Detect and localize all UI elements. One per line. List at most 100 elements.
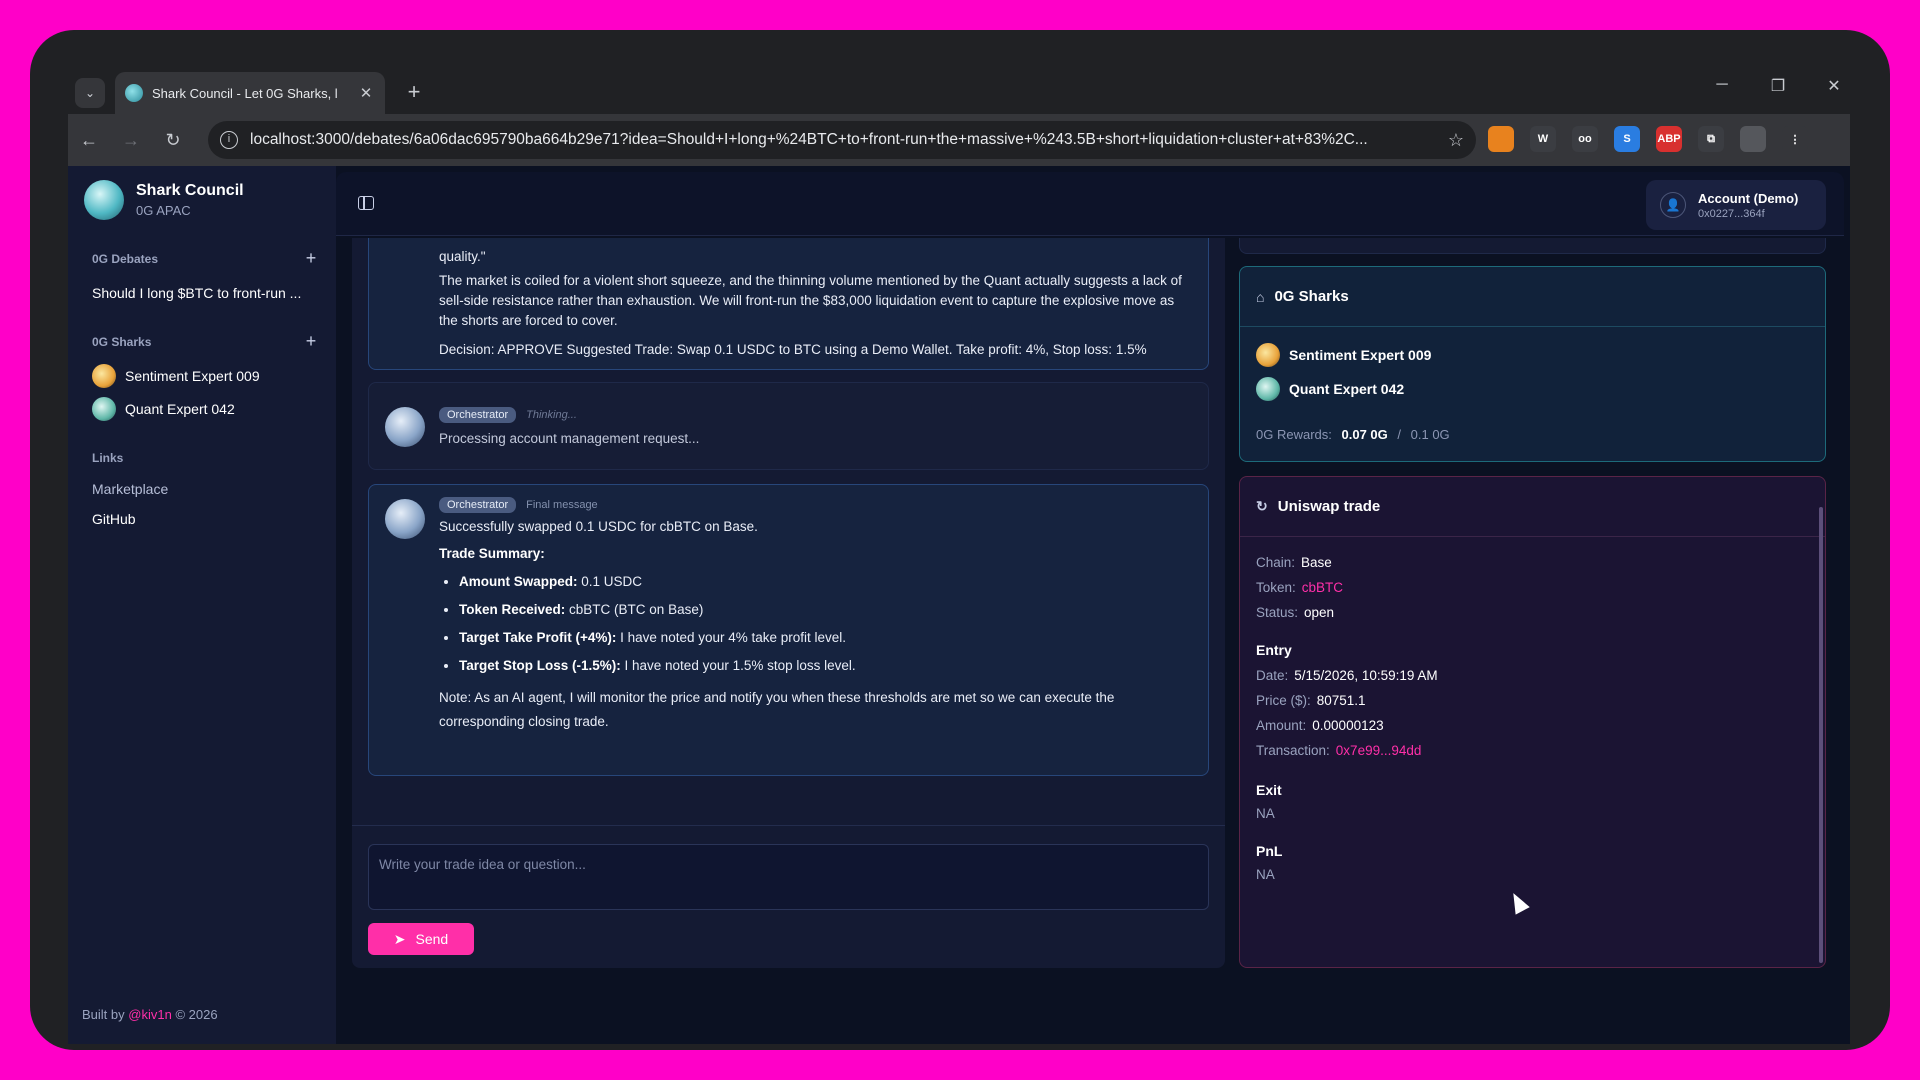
reload-icon[interactable]: ↻: [152, 130, 194, 151]
add-shark-plus-icon[interactable]: +: [302, 331, 320, 352]
trade-idea-input[interactable]: [379, 857, 1198, 897]
entry-title: Entry: [1256, 642, 1292, 658]
debates-section-header: 0G Debates +: [84, 248, 320, 269]
trade-summary-title: Trade Summary:: [439, 546, 545, 561]
tab-strip: ⌄ Shark Council - Let 0G Sharks, l ✕ + ─…: [75, 70, 1845, 114]
trade-card-title: Uniswap trade: [1277, 498, 1381, 515]
amount-row: Amount: 0.00000123: [1256, 718, 1384, 733]
browser-window: ⌄ Shark Council - Let 0G Sharks, l ✕ + ─…: [30, 30, 1890, 1050]
trade-card-scrollbar[interactable]: [1819, 507, 1823, 963]
footer-prefix: Built by: [82, 1007, 125, 1022]
menu-kebab-icon[interactable]: ⋮: [1782, 126, 1808, 152]
role-badge: Orchestrator: [439, 497, 517, 513]
transaction-link[interactable]: 0x7e99...94dd: [1336, 743, 1422, 758]
shark-logo-icon: [84, 180, 124, 220]
app-name: Shark Council: [136, 182, 244, 199]
back-arrow-icon[interactable]: ←: [68, 130, 110, 151]
brand[interactable]: Shark Council 0G APAC: [84, 180, 320, 220]
bookmark-star-icon[interactable]: ☆: [1448, 130, 1464, 151]
sidebar-toggle-icon[interactable]: [358, 196, 374, 210]
close-tab-icon[interactable]: ✕: [357, 84, 375, 102]
rewards-label: 0G Rewards:: [1256, 427, 1332, 442]
s-extension-icon[interactable]: S: [1614, 126, 1640, 152]
rewards-current: 0.07 0G: [1341, 427, 1388, 442]
orchestrator-avatar: [385, 499, 425, 539]
message-decision: Decision: APPROVE Suggested Trade: Swap …: [439, 342, 1147, 357]
sharks-section-title: 0G Sharks: [92, 334, 152, 349]
glasses-extension-icon[interactable]: oo: [1572, 126, 1598, 152]
sharks-section-header: 0G Sharks +: [84, 331, 320, 352]
account-button[interactable]: 👤 Account (Demo) 0x0227...364f: [1646, 180, 1826, 230]
exit-value: NA: [1256, 806, 1275, 821]
browser-toolbar: ← → ↻ i localhost:3000/debates/6a06dac69…: [68, 114, 1850, 166]
shark-favicon-icon: [125, 84, 143, 102]
author-handle-link[interactable]: @kiv1n: [128, 1007, 172, 1022]
sidebar-item-quant-expert[interactable]: Quant Expert 042: [84, 397, 320, 421]
sidebar: Shark Council 0G APAC 0G Debates + Shoul…: [68, 166, 336, 1044]
account-name: Account (Demo): [1698, 190, 1799, 206]
profile-avatar-icon[interactable]: [1740, 126, 1766, 152]
new-tab-button[interactable]: +: [399, 78, 429, 108]
sidebar-link-github[interactable]: GitHub: [84, 511, 320, 527]
adblock-extension-icon[interactable]: ABP: [1656, 126, 1682, 152]
token-row: Token: cbBTC: [1256, 580, 1344, 595]
sidebar-shark-label: Sentiment Expert 009: [125, 368, 260, 384]
shark-member-row[interactable]: Quant Expert 042: [1240, 377, 1825, 401]
browser-tab[interactable]: Shark Council - Let 0G Sharks, l ✕: [115, 72, 385, 114]
rewards-line: 0G Rewards: 0.07 0G / 0.1 0G: [1240, 427, 1825, 442]
composer-divider: [352, 825, 1225, 826]
puzzle-extension-icon[interactable]: ⧉: [1698, 126, 1724, 152]
address-bar[interactable]: i localhost:3000/debates/6a06dac695790ba…: [208, 121, 1476, 159]
chat-message-sentiment: quality." The market is coiled for a vio…: [368, 238, 1209, 370]
sharks-card-title: 0G Sharks: [1274, 288, 1349, 305]
forward-arrow-icon[interactable]: →: [110, 130, 152, 151]
top-bar: 👤 Account (Demo) 0x0227...364f: [336, 172, 1844, 236]
chat-panel: quality." The market is coiled for a vio…: [352, 238, 1225, 968]
transaction-row: Transaction: 0x7e99...94dd: [1256, 743, 1422, 758]
restore-icon[interactable]: ❐: [1767, 76, 1789, 96]
fox-extension-icon[interactable]: [1488, 126, 1514, 152]
status-row: Status: open: [1256, 605, 1335, 620]
message-header: Orchestrator Thinking...: [439, 407, 1188, 423]
sidebar-shark-label: Quant Expert 042: [125, 401, 235, 417]
tab-title: Shark Council - Let 0G Sharks, l: [152, 85, 338, 101]
send-icon: ➤: [393, 930, 406, 947]
list-item: Target Take Profit (+4%): I have noted y…: [459, 624, 1188, 652]
send-button[interactable]: ➤ Send: [368, 923, 474, 955]
sidebar-item-sentiment-expert[interactable]: Sentiment Expert 009: [84, 364, 320, 388]
sidebar-item-debate[interactable]: Should I long $BTC to front-run ...: [84, 285, 320, 301]
add-debate-plus-icon[interactable]: +: [302, 248, 320, 269]
sidebar-link-marketplace[interactable]: Marketplace: [84, 481, 320, 497]
list-item: Target Stop Loss (-1.5%): I have noted y…: [459, 652, 1188, 680]
w-extension-icon[interactable]: W: [1530, 126, 1556, 152]
main-area: 👤 Account (Demo) 0x0227...364f quality."…: [336, 166, 1850, 1044]
close-window-icon[interactable]: ✕: [1823, 76, 1845, 96]
rewards-separator: /: [1397, 427, 1402, 442]
tab-search-chevron-icon[interactable]: ⌄: [75, 78, 105, 108]
list-item: Amount Swapped: 0.1 USDC: [459, 568, 1188, 596]
message-status: Final message: [526, 499, 598, 511]
pnl-title: PnL: [1256, 843, 1283, 859]
minimize-icon[interactable]: ─: [1711, 76, 1733, 96]
sentiment-shark-avatar: [92, 364, 116, 388]
user-icon: 👤: [1660, 192, 1686, 218]
sidebar-footer: Built by @kiv1n © 2026: [82, 1007, 218, 1022]
uniswap-trade-card: ↻ Uniswap trade Chain: Base Token: cbBTC S…: [1239, 476, 1826, 968]
shark-member-name: Quant Expert 042: [1289, 381, 1405, 397]
footer-copyright: © 2026: [175, 1007, 218, 1022]
app-root: Shark Council 0G APAC 0G Debates + Shoul…: [68, 166, 1850, 1044]
price-row: Price ($): 80751.1: [1256, 693, 1366, 708]
role-badge: Orchestrator: [439, 407, 517, 423]
message-composer[interactable]: [368, 844, 1209, 910]
shark-member-row[interactable]: Sentiment Expert 009: [1240, 343, 1825, 367]
window-controls: ─ ❐ ✕: [1711, 76, 1845, 96]
chain-row: Chain: Base: [1256, 555, 1332, 570]
url-text[interactable]: localhost:3000/debates/6a06dac695790ba66…: [250, 131, 1436, 149]
quant-shark-avatar: [1256, 377, 1280, 401]
debates-section-title: 0G Debates: [92, 251, 159, 266]
token-link[interactable]: cbBTC: [1302, 580, 1343, 595]
refresh-swap-icon: ↻: [1256, 498, 1268, 514]
site-info-icon[interactable]: i: [220, 131, 238, 149]
app-subtitle: 0G APAC: [136, 203, 191, 218]
message-text: Processing account management request...: [439, 431, 700, 446]
